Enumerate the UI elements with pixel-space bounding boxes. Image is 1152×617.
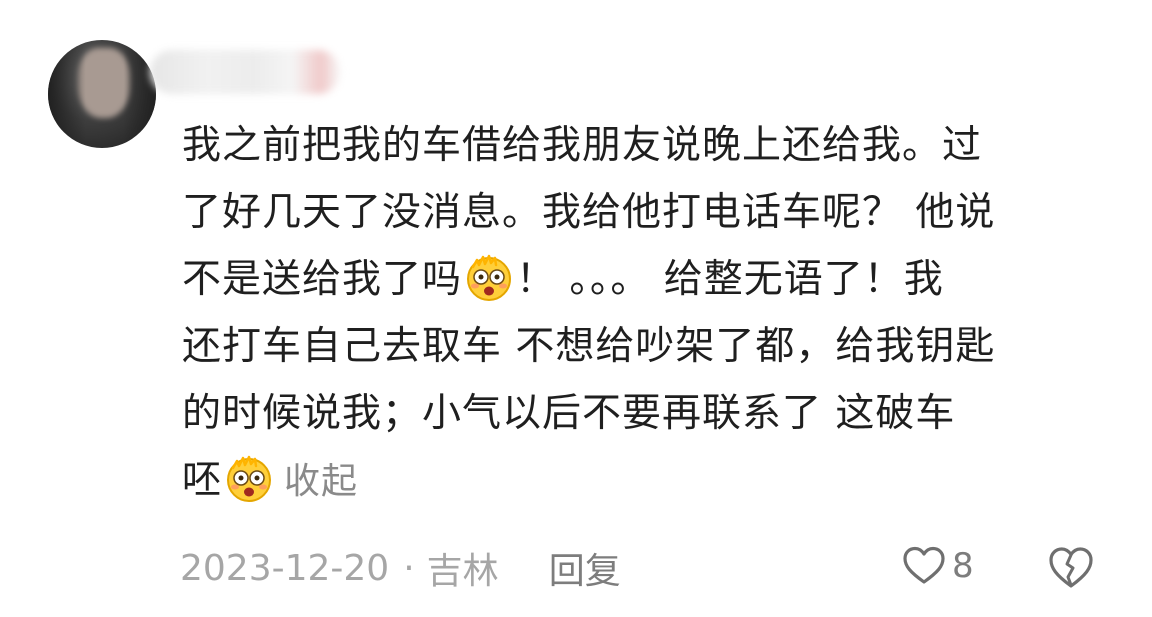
comment-line-part: ！ 。。。 给整无语了！我 [516, 257, 944, 302]
like-count: 8 [952, 546, 974, 586]
comment-line-part: 呸 [182, 458, 223, 503]
flushed-dizzy-face-icon [223, 452, 275, 504]
like-button[interactable]: 8 [900, 542, 974, 590]
comment-line: 的时候说我；小气以后不要再联系了 这破车 [182, 391, 956, 436]
heart-outline-icon [900, 542, 948, 590]
collapse-button[interactable]: 收起 [284, 461, 358, 502]
comment-line-part: 不是送给我了吗 [182, 257, 463, 302]
comment-date: 2023-12-20 [180, 547, 390, 589]
comment-text: 我之前把我的车借给我朋友说晚上还给我。过 了好几天了没消息。我给他打电话车呢？ … [182, 112, 1112, 515]
flushed-dizzy-face-icon [463, 251, 515, 303]
comment-line: 不是送给我了吗 ！ 。。。 给整无语了！我 [182, 246, 1112, 313]
comment-line: 了好几天了没消息。我给他打电话车呢？ 他说 [182, 190, 996, 235]
comment-line: 呸 收起 [182, 447, 1112, 515]
username-blurred[interactable] [150, 50, 340, 94]
comment-footer: 2023-12-20 · 吉林 回复 [180, 538, 621, 598]
comment-line: 我之前把我的车借给我朋友说晚上还给我。过 [182, 123, 983, 168]
reply-button[interactable]: 回复 [549, 542, 621, 594]
avatar[interactable] [48, 40, 156, 148]
broken-heart-icon [1045, 547, 1097, 598]
dislike-button[interactable] [1045, 542, 1097, 594]
comment-line: 还打车自己去取车 不想给吵架了都，给我钥匙 [182, 324, 996, 369]
avatar-hair-shade [48, 40, 156, 148]
comment-location: 吉林 [426, 551, 499, 592]
footer-separator: · [403, 547, 415, 589]
